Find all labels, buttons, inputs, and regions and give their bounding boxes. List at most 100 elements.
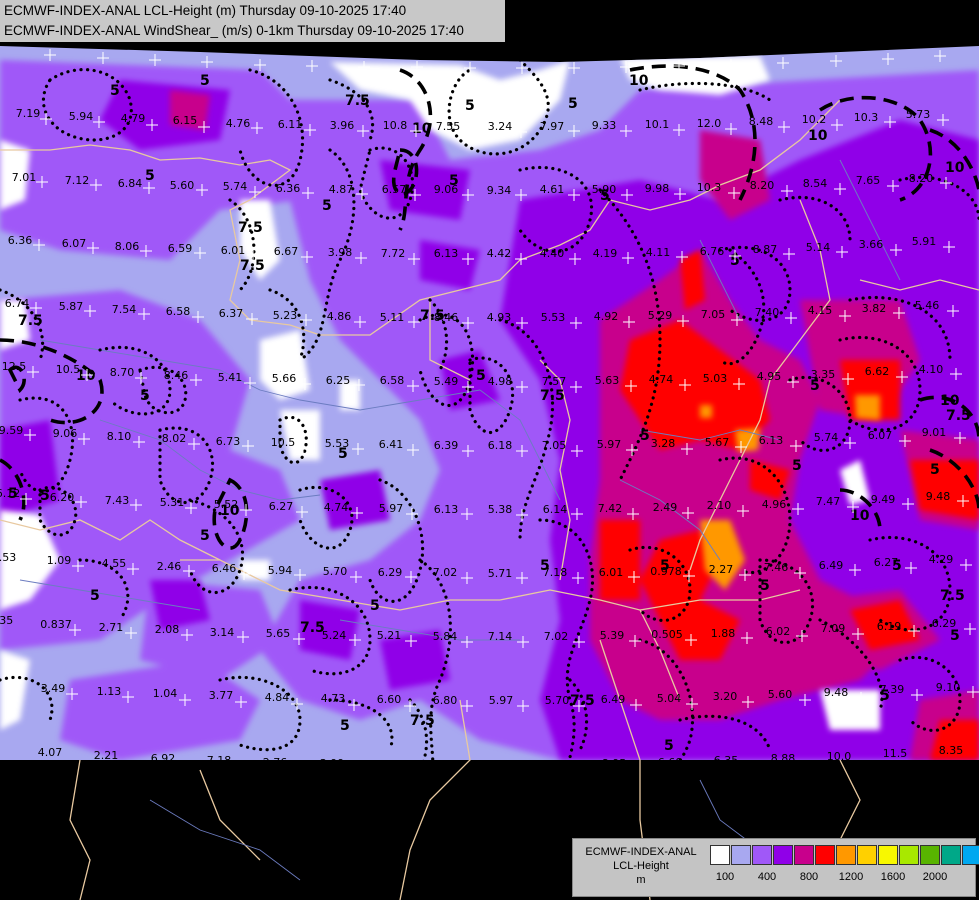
station-value: 5.94	[268, 564, 293, 577]
station-value: 5.70	[323, 565, 348, 578]
weather-map-viewer: 5 5 5 7.5 7.5 10 10 5 5 10 10 7.5 5 5 7.…	[0, 0, 979, 900]
station-value: 6.73	[216, 435, 241, 448]
station-value: 4.10	[919, 363, 944, 376]
station-value: 5.35	[0, 614, 13, 627]
station-value: 9.49	[871, 493, 896, 506]
station-value: 5.60	[170, 179, 195, 192]
station-value: 3.24	[488, 120, 513, 133]
station-value: 6.36	[8, 234, 33, 247]
station-value: 4.61	[540, 183, 565, 196]
contour-label: 7.5	[410, 713, 435, 729]
contour-label: 5	[340, 718, 350, 734]
station-value: 4.19	[593, 247, 618, 260]
station-value: 6.29	[932, 617, 957, 630]
contour-label: 7.5	[345, 93, 370, 109]
station-value: 5.04	[657, 692, 682, 705]
weather-map[interactable]: 5 5 5 7.5 7.5 10 10 5 5 10 10 7.5 5 5 7.…	[0, 0, 979, 900]
station-value: 11.5	[883, 747, 908, 760]
contour-label: 5	[930, 462, 940, 478]
station-value: 5.67	[705, 436, 730, 449]
legend-tick: 1200	[838, 871, 864, 883]
station-value: 4.29	[929, 553, 954, 566]
contour-label: 10	[629, 73, 649, 89]
station-value: 7.40	[755, 306, 780, 319]
station-value: 5.53	[541, 311, 566, 324]
station-value: 5.41	[218, 371, 243, 384]
contour-label: 7.5	[540, 388, 565, 404]
station-value: 5.70	[545, 694, 570, 707]
station-value: 6.13	[759, 434, 784, 447]
station-value: 6.11	[376, 758, 401, 771]
legend-model: ECMWF-INDEX-ANAL	[585, 846, 697, 858]
station-value: 3.82	[862, 302, 887, 315]
legend-ticks: 100 400 800 1200 1600 2000	[710, 871, 972, 887]
station-value: 10.3	[697, 181, 722, 194]
station-value: 5.24	[322, 629, 347, 642]
contour-label: 7.5	[18, 313, 43, 329]
contour-label: 10	[808, 128, 828, 144]
station-value: 6.92	[151, 752, 176, 765]
legend-swatch	[731, 845, 751, 865]
station-value: 7.05	[701, 308, 726, 321]
station-value: 4.84	[265, 691, 290, 704]
station-value: 6.58	[380, 374, 405, 387]
station-value: 10.2	[802, 113, 827, 126]
contour-label: 5	[200, 73, 210, 89]
station-value: 6.60	[377, 693, 402, 706]
station-value: 6.41	[379, 438, 404, 451]
station-value: 3.99	[320, 757, 345, 770]
station-value: 3.98	[328, 246, 353, 259]
station-value: 7.47	[816, 495, 841, 508]
station-value: 6.02	[766, 625, 791, 638]
station-value: 10.3	[854, 111, 879, 124]
legend-swatch	[794, 845, 814, 865]
station-value: 7.97	[540, 120, 565, 133]
station-value: 5.49	[434, 375, 459, 388]
station-value: 5.84	[433, 630, 458, 643]
station-value: 7.39	[880, 683, 905, 696]
station-value: 6.01	[221, 244, 246, 257]
legend-swatch	[773, 845, 793, 865]
contour-label: 5	[322, 198, 332, 214]
station-value: 5.53	[325, 437, 350, 450]
station-value: 4.87	[329, 183, 354, 196]
station-value: 6.62	[865, 365, 890, 378]
station-value: 10.5	[56, 363, 81, 376]
station-value: 5.14	[806, 241, 831, 254]
station-value: 4.07	[38, 746, 63, 759]
station-value: 3.66	[859, 238, 884, 251]
title-line-lcl: ECMWF-INDEX-ANAL LCL-Height (m) Thursday…	[4, 3, 407, 18]
contour-label: 5	[476, 368, 486, 384]
station-value: 8.70	[110, 366, 135, 379]
station-value: 6.07	[868, 429, 893, 442]
station-value: 4.55	[102, 557, 127, 570]
station-value: 8.88	[771, 752, 796, 765]
station-value: 5.66	[272, 372, 297, 385]
station-value: 8.02	[162, 432, 187, 445]
legend-tick: 800	[799, 871, 819, 883]
station-value: 1.04	[153, 687, 178, 700]
station-value: 8.20	[750, 179, 775, 192]
station-value: 3.14	[210, 626, 235, 639]
station-value: 4.93	[487, 311, 512, 324]
station-value: 8.48	[749, 115, 774, 128]
station-value: 7.42	[598, 502, 623, 515]
station-value: 8.10	[107, 430, 132, 443]
station-value: 2.08	[155, 623, 180, 636]
station-value: 8.35	[939, 744, 964, 757]
station-value: 5.74	[223, 180, 248, 193]
station-value: 7.18	[543, 566, 568, 579]
station-value: 5.73	[906, 108, 931, 121]
station-value: 2.21	[94, 749, 119, 762]
station-value: 6.27	[269, 500, 294, 513]
legend-swatch	[752, 845, 772, 865]
station-value: 5.65	[266, 627, 291, 640]
station-value: 4.53	[0, 551, 16, 564]
station-value: 3.20	[713, 690, 738, 703]
station-value: 5.60	[768, 688, 793, 701]
station-value: 7.65	[856, 174, 881, 187]
station-value: 5.46	[915, 299, 940, 312]
map-title: ECMWF-INDEX-ANAL LCL-Height (m) Thursday…	[0, 0, 505, 42]
station-value: 5.29	[648, 309, 673, 322]
station-value: 7.72	[381, 247, 406, 260]
